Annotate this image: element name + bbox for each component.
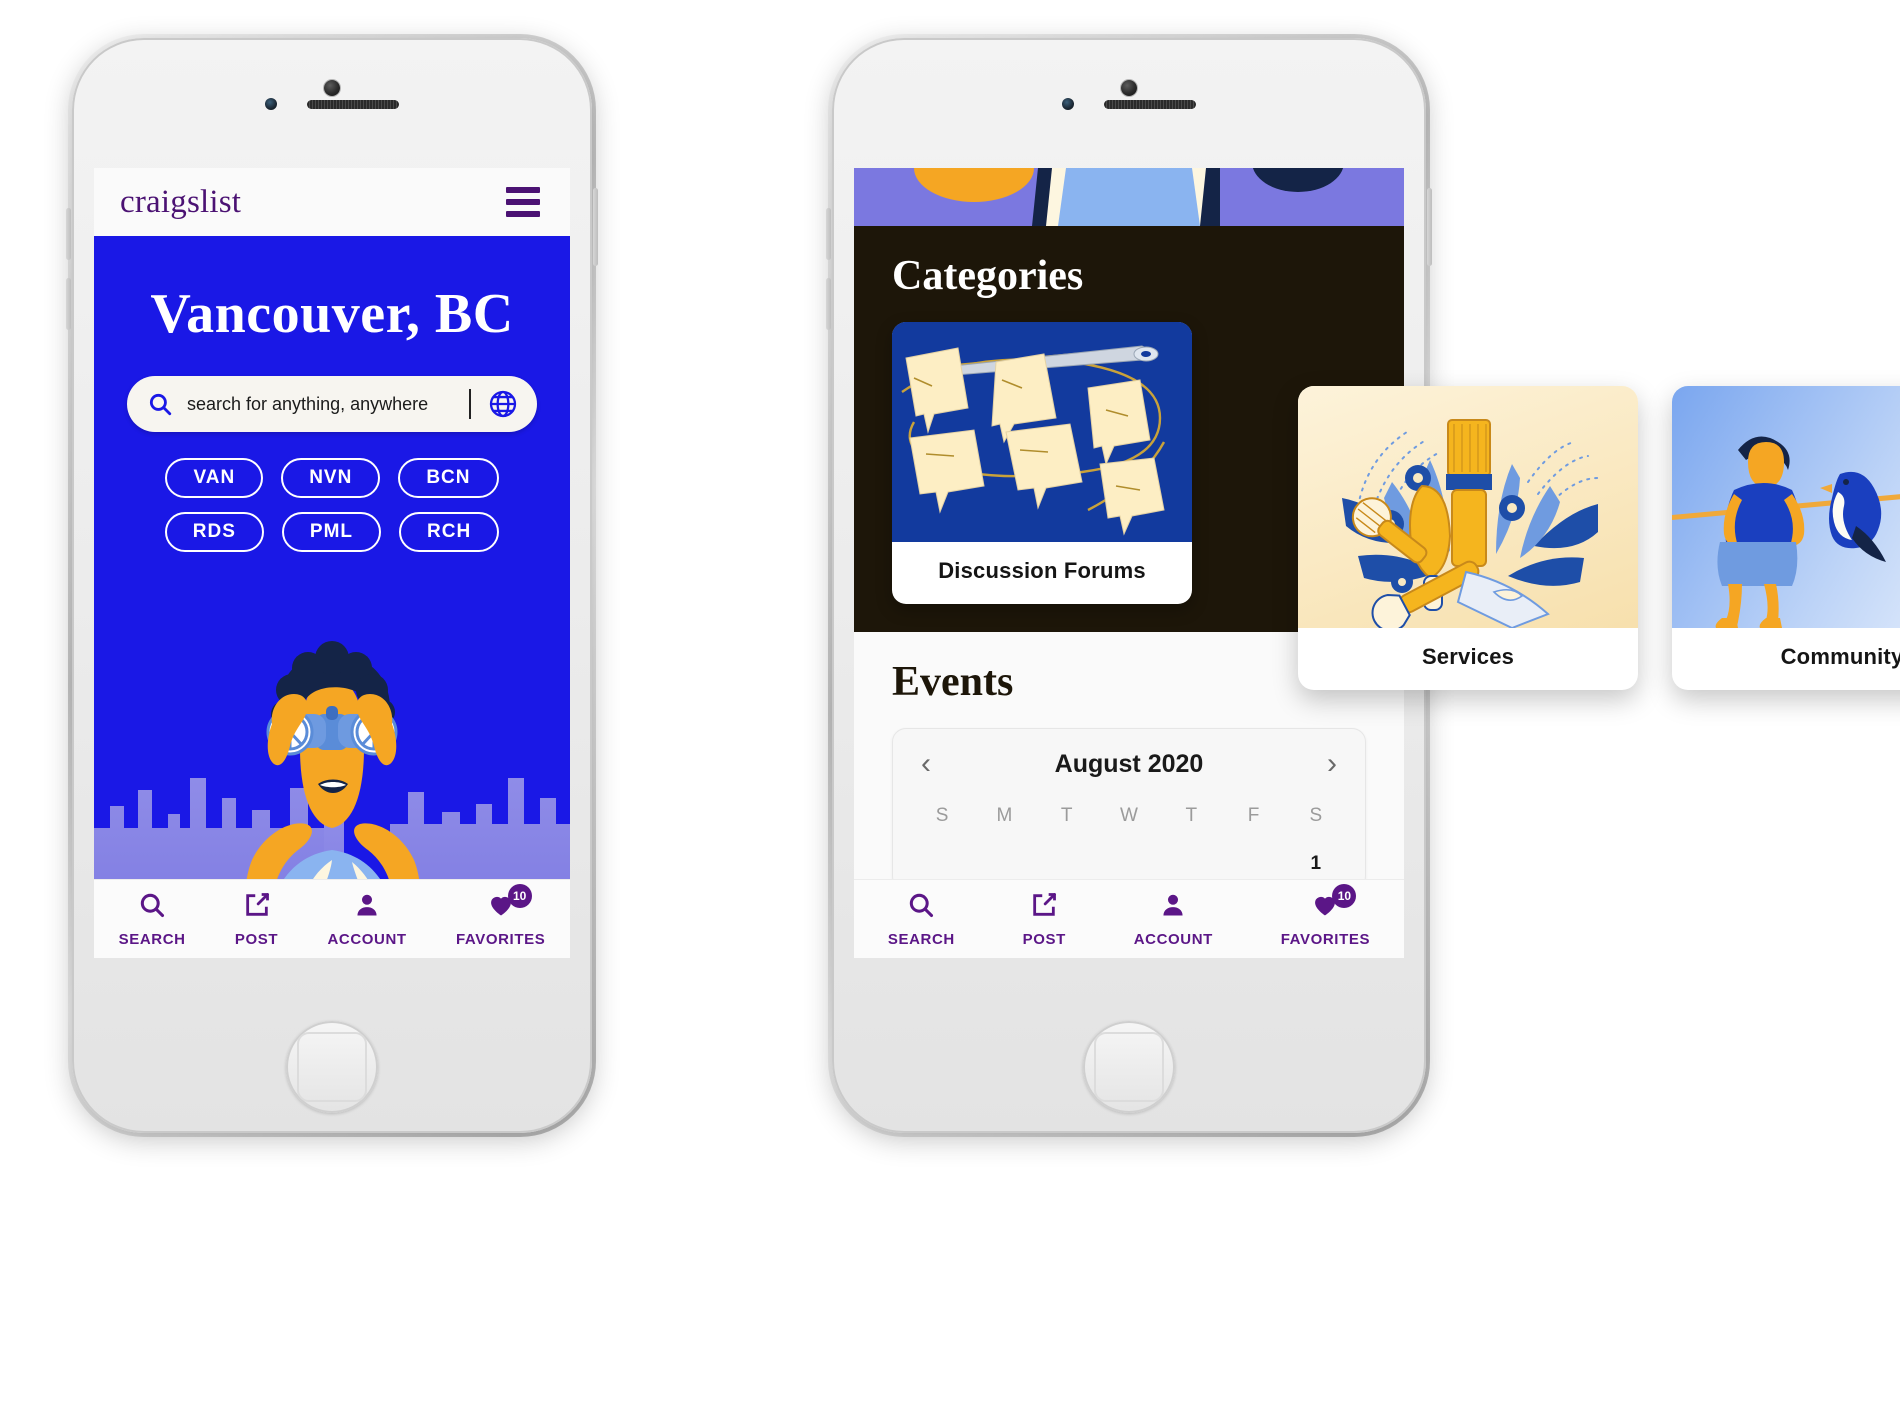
category-label-services: Services xyxy=(1421,644,1515,669)
tab-label-favorites: FAVORITES xyxy=(1280,930,1371,948)
heart-icon: 10 xyxy=(1310,883,1357,924)
calendar-header: ‹ August 2020 › xyxy=(911,749,1347,779)
front-camera-icon xyxy=(1121,80,1137,96)
tab-label-search: SEARCH xyxy=(887,930,955,948)
favorites-badge: 10 xyxy=(1332,883,1357,908)
tab-post[interactable]: POST xyxy=(235,891,278,948)
city-chip-rch[interactable]: RCH xyxy=(399,512,500,552)
category-card-discussion-forums[interactable]: Discussion Forums xyxy=(892,322,1192,604)
calendar-dow: S xyxy=(935,805,949,826)
city-chip-rds[interactable]: RDS xyxy=(164,512,264,552)
phone1-screen: craigslist Vancouver, BC search for anyt… xyxy=(94,168,570,958)
tab-label-account: ACCOUNT xyxy=(1133,930,1213,948)
category-card-services[interactable]: Services xyxy=(1298,386,1638,690)
compose-icon xyxy=(243,891,271,924)
person-icon xyxy=(353,891,381,924)
chevron-right-icon[interactable]: › xyxy=(1327,749,1337,779)
calendar-month-label: August 2020 xyxy=(1054,749,1204,778)
home-button[interactable] xyxy=(286,1021,378,1113)
phone-camera-row xyxy=(72,80,592,96)
person-icon xyxy=(1159,891,1187,924)
earpiece-speaker xyxy=(1104,99,1196,109)
page-title: Vancouver, BC xyxy=(150,283,514,345)
tab-label-favorites: FAVORITES xyxy=(456,930,546,948)
tab-post[interactable]: POST xyxy=(1023,891,1066,948)
search-divider xyxy=(469,389,471,419)
bottom-tab-bar-right: SEARCH POST ACCOUNT 10 FAVORITES xyxy=(854,879,1404,958)
category-label-discussion-forums: Discussion Forums xyxy=(938,558,1146,583)
tab-account[interactable]: ACCOUNT xyxy=(327,891,406,948)
tab-search[interactable]: SEARCH xyxy=(119,891,186,948)
tab-label-search: SEARCH xyxy=(118,930,186,948)
proximity-sensor-icon xyxy=(265,98,277,110)
city-chip-pml[interactable]: PML xyxy=(281,512,382,552)
calendar-dow: F xyxy=(1247,805,1260,826)
calendar-dow: S xyxy=(1309,805,1323,826)
front-camera-icon xyxy=(324,80,340,96)
calendar-dow: T xyxy=(1185,805,1198,826)
phone-power-button-right xyxy=(1427,188,1432,266)
app-header: craigslist xyxy=(94,168,570,236)
tab-search[interactable]: SEARCH xyxy=(888,891,955,948)
home-button-right[interactable] xyxy=(1083,1021,1175,1113)
tab-account[interactable]: ACCOUNT xyxy=(1134,891,1213,948)
search-placeholder: search for anything, anywhere xyxy=(187,393,429,414)
phone-device-left: craigslist Vancouver, BC search for anyt… xyxy=(66,34,598,1137)
phone-volume-buttons-right xyxy=(826,208,831,260)
search-icon xyxy=(907,891,935,924)
search-icon xyxy=(138,891,166,924)
scrolled-hero-illustration xyxy=(854,168,1404,226)
category-label-community: Community xyxy=(1780,644,1900,669)
phone-volume-buttons xyxy=(66,208,71,260)
phone-volume-buttons-2 xyxy=(66,278,71,330)
calendar-day-headers: S M T W T F S xyxy=(911,805,1347,827)
city-chip-list: VAN NVN BCN RDS PML RCH xyxy=(122,458,542,552)
tab-label-post: POST xyxy=(234,930,279,948)
tab-favorites[interactable]: 10 FAVORITES xyxy=(456,883,546,948)
phone-camera-row-right xyxy=(832,80,1426,96)
phone-sensor-row xyxy=(72,98,592,110)
earpiece-speaker xyxy=(307,99,399,109)
person-and-birds-on-wire-illustration xyxy=(1672,386,1900,628)
calendar-dow: T xyxy=(1060,805,1073,826)
phone-power-button xyxy=(593,188,598,266)
globe-icon[interactable] xyxy=(487,388,519,420)
calendar-dow: W xyxy=(1120,805,1138,826)
events-calendar: ‹ August 2020 › S M T W T F S 1 xyxy=(892,728,1366,890)
needle-thread-speech-bubbles-illustration xyxy=(892,322,1192,542)
phone-sensor-row-right xyxy=(832,98,1426,110)
compose-icon xyxy=(1030,891,1058,924)
city-chip-nvn[interactable]: NVN xyxy=(281,458,381,498)
search-input[interactable]: search for anything, anywhere xyxy=(127,376,537,432)
tool-bouquet-illustration xyxy=(1298,386,1638,628)
screenshot-canvas: craigslist Vancouver, BC search for anyt… xyxy=(0,0,1900,1417)
chevron-left-icon[interactable]: ‹ xyxy=(921,749,931,779)
favorites-badge: 10 xyxy=(507,883,532,908)
tab-label-post: POST xyxy=(1022,930,1066,948)
heart-icon: 10 xyxy=(486,883,532,924)
proximity-sensor-icon xyxy=(1062,98,1074,110)
tab-favorites[interactable]: 10 FAVORITES xyxy=(1280,883,1371,948)
tab-label-account: ACCOUNT xyxy=(327,930,407,948)
craigslist-logo[interactable]: craigslist xyxy=(120,184,241,221)
categories-title: Categories xyxy=(892,253,1084,299)
phone-volume-buttons-right-2 xyxy=(826,278,831,330)
hero-section: Vancouver, BC search for anything, anywh… xyxy=(94,236,570,958)
city-chip-van[interactable]: VAN xyxy=(165,458,264,498)
hamburger-icon[interactable] xyxy=(502,183,544,221)
city-chip-bcn[interactable]: BCN xyxy=(398,458,499,498)
calendar-dow: M xyxy=(996,805,1013,826)
category-card-community[interactable]: Community xyxy=(1672,386,1900,690)
bottom-tab-bar: SEARCH POST ACCOUNT 10 FAVORITES xyxy=(94,879,570,958)
search-icon xyxy=(147,391,173,417)
